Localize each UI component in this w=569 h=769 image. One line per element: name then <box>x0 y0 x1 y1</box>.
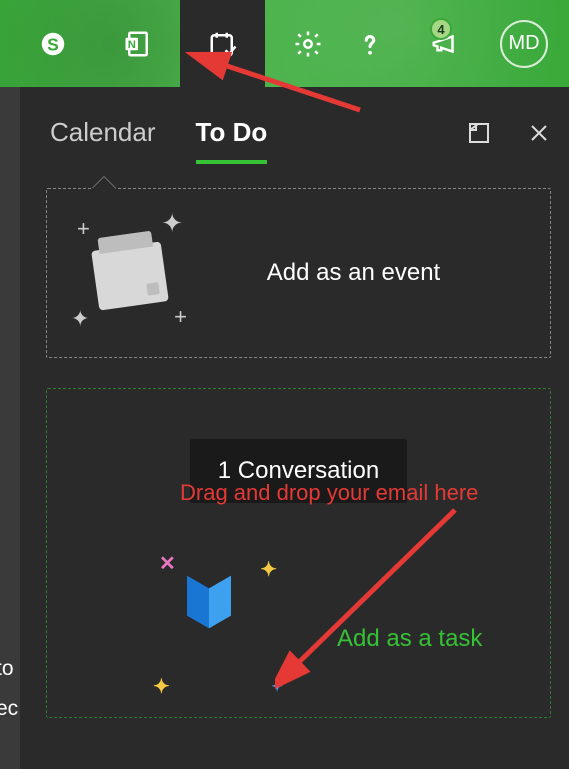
event-zone-label: Add as an event <box>217 259 520 287</box>
left-content-strip: to ec <box>0 87 20 769</box>
skype-icon[interactable]: S <box>10 0 95 87</box>
tab-actions <box>467 121 551 145</box>
event-drop-zone[interactable]: + ✦ ✦ + Add as an event <box>46 188 551 358</box>
gear-icon[interactable] <box>265 0 350 87</box>
help-icon[interactable] <box>350 0 390 87</box>
conversation-chip[interactable]: 1 Conversation <box>190 439 407 503</box>
strip-text-2: ec <box>0 697 18 721</box>
task-zone-label: Add as a task <box>337 625 482 653</box>
myday-panel: Calendar To Do + ✦ ✦ + Add as an event 1… <box>20 87 569 769</box>
close-icon[interactable] <box>527 121 551 145</box>
user-avatar[interactable]: MD <box>500 20 548 68</box>
notification-badge: 4 <box>430 18 452 40</box>
popout-icon[interactable] <box>467 121 491 145</box>
todo-illustration: ✕ ✦ ✦ ✦ <box>167 573 287 673</box>
calendar-illustration: + ✦ ✦ + <box>77 218 187 328</box>
calendar-todo-icon[interactable] <box>180 0 265 87</box>
svg-text:N: N <box>127 38 135 50</box>
task-drop-zone[interactable]: 1 Conversation ✕ ✦ ✦ ✦ Add as a task <box>46 388 551 718</box>
app-header: S N 4 MD <box>0 0 569 87</box>
svg-text:S: S <box>47 34 59 54</box>
header-right: 4 MD <box>350 0 566 87</box>
header-icon-group: S N <box>10 0 350 87</box>
onenote-icon[interactable]: N <box>95 0 180 87</box>
tab-todo[interactable]: To Do <box>196 117 268 148</box>
tab-calendar[interactable]: Calendar <box>50 117 156 148</box>
panel-tabs: Calendar To Do <box>46 107 551 172</box>
megaphone-icon[interactable]: 4 <box>420 0 470 87</box>
strip-text-1: to <box>0 657 14 681</box>
